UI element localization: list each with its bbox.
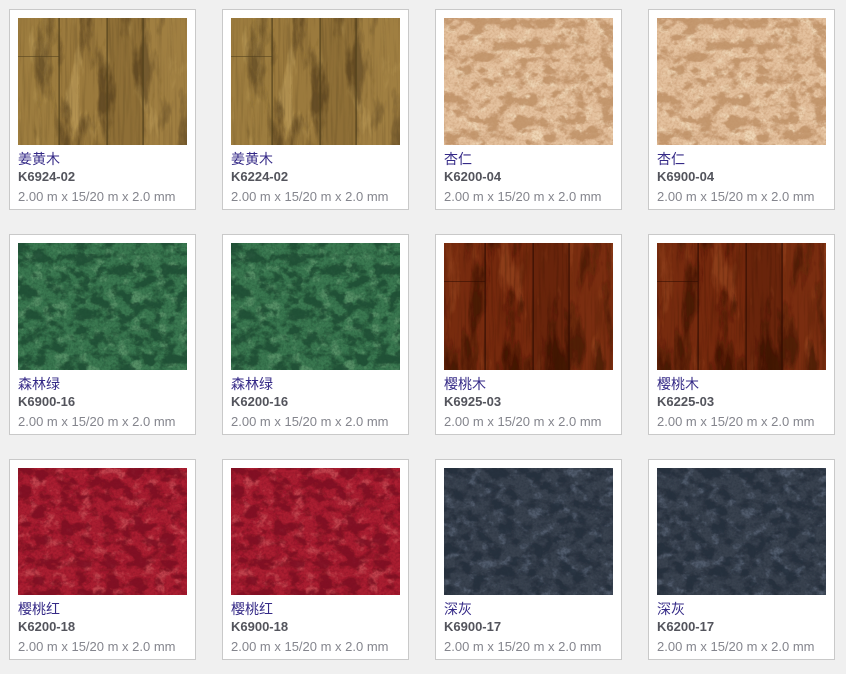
product-code: K6900-17 (444, 618, 613, 635)
product-image[interactable] (231, 18, 400, 145)
product-image[interactable] (18, 18, 187, 145)
product-name-link[interactable]: 姜黄木 (231, 150, 400, 168)
product-card: 森林绿 K6900-16 2.00 m x 15/20 m x 2.0 mm (9, 234, 196, 435)
product-name-link[interactable]: 深灰 (657, 600, 826, 618)
product-size: 2.00 m x 15/20 m x 2.0 mm (657, 414, 826, 430)
product-image[interactable] (444, 18, 613, 145)
product-image[interactable] (657, 468, 826, 595)
product-code: K6900-18 (231, 618, 400, 635)
product-name-link[interactable]: 杏仁 (657, 150, 826, 168)
product-card: 杏仁 K6900-04 2.00 m x 15/20 m x 2.0 mm (648, 9, 835, 210)
product-code: K6200-17 (657, 618, 826, 635)
product-card: 森林绿 K6200-16 2.00 m x 15/20 m x 2.0 mm (222, 234, 409, 435)
product-card: 深灰 K6200-17 2.00 m x 15/20 m x 2.0 mm (648, 459, 835, 660)
product-size: 2.00 m x 15/20 m x 2.0 mm (18, 414, 187, 430)
product-image[interactable] (18, 468, 187, 595)
product-grid: 姜黄木 K6924-02 2.00 m x 15/20 m x 2.0 mm 姜… (9, 9, 837, 660)
product-name-link[interactable]: 樱桃木 (444, 375, 613, 393)
product-name-link[interactable]: 森林绿 (231, 375, 400, 393)
product-code: K6224-02 (231, 168, 400, 185)
product-card: 樱桃木 K6225-03 2.00 m x 15/20 m x 2.0 mm (648, 234, 835, 435)
product-size: 2.00 m x 15/20 m x 2.0 mm (18, 189, 187, 205)
product-size: 2.00 m x 15/20 m x 2.0 mm (657, 639, 826, 655)
product-code: K6200-04 (444, 168, 613, 185)
product-size: 2.00 m x 15/20 m x 2.0 mm (444, 189, 613, 205)
product-code: K6925-03 (444, 393, 613, 410)
product-name-link[interactable]: 深灰 (444, 600, 613, 618)
product-card: 樱桃木 K6925-03 2.00 m x 15/20 m x 2.0 mm (435, 234, 622, 435)
catalog-page: 姜黄木 K6924-02 2.00 m x 15/20 m x 2.0 mm 姜… (0, 0, 846, 674)
product-code: K6200-16 (231, 393, 400, 410)
product-name-link[interactable]: 森林绿 (18, 375, 187, 393)
product-size: 2.00 m x 15/20 m x 2.0 mm (231, 189, 400, 205)
product-code: K6900-04 (657, 168, 826, 185)
product-card: 姜黄木 K6924-02 2.00 m x 15/20 m x 2.0 mm (9, 9, 196, 210)
product-name-link[interactable]: 樱桃红 (18, 600, 187, 618)
product-image[interactable] (231, 468, 400, 595)
product-name-link[interactable]: 樱桃木 (657, 375, 826, 393)
product-image[interactable] (657, 18, 826, 145)
product-card: 樱桃红 K6900-18 2.00 m x 15/20 m x 2.0 mm (222, 459, 409, 660)
product-size: 2.00 m x 15/20 m x 2.0 mm (231, 414, 400, 430)
product-size: 2.00 m x 15/20 m x 2.0 mm (444, 639, 613, 655)
product-code: K6200-18 (18, 618, 187, 635)
product-size: 2.00 m x 15/20 m x 2.0 mm (18, 639, 187, 655)
product-size: 2.00 m x 15/20 m x 2.0 mm (231, 639, 400, 655)
product-card: 深灰 K6900-17 2.00 m x 15/20 m x 2.0 mm (435, 459, 622, 660)
product-code: K6225-03 (657, 393, 826, 410)
product-card: 姜黄木 K6224-02 2.00 m x 15/20 m x 2.0 mm (222, 9, 409, 210)
product-image[interactable] (444, 243, 613, 370)
product-code: K6924-02 (18, 168, 187, 185)
product-image[interactable] (444, 468, 613, 595)
product-card: 杏仁 K6200-04 2.00 m x 15/20 m x 2.0 mm (435, 9, 622, 210)
product-code: K6900-16 (18, 393, 187, 410)
product-image[interactable] (18, 243, 187, 370)
product-image[interactable] (231, 243, 400, 370)
product-name-link[interactable]: 杏仁 (444, 150, 613, 168)
product-card: 樱桃红 K6200-18 2.00 m x 15/20 m x 2.0 mm (9, 459, 196, 660)
product-name-link[interactable]: 姜黄木 (18, 150, 187, 168)
product-name-link[interactable]: 樱桃红 (231, 600, 400, 618)
product-image[interactable] (657, 243, 826, 370)
product-size: 2.00 m x 15/20 m x 2.0 mm (657, 189, 826, 205)
product-size: 2.00 m x 15/20 m x 2.0 mm (444, 414, 613, 430)
